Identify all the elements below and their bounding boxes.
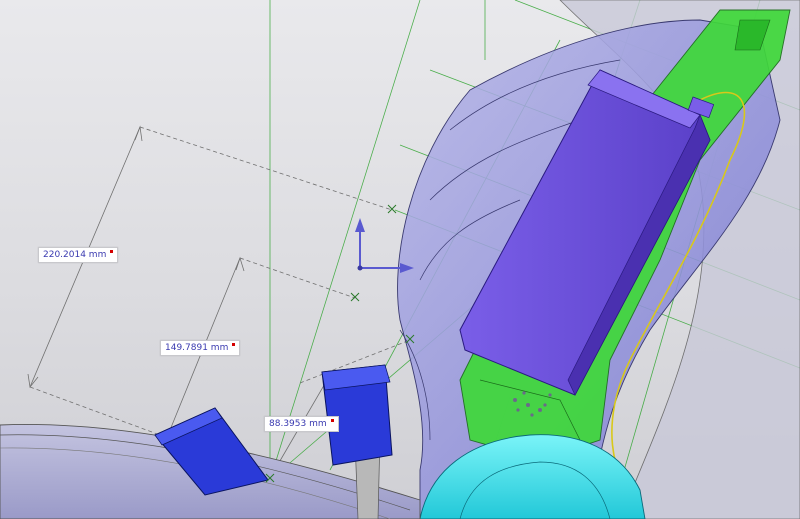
dimension-label-88[interactable]: 88.3953 mm bbox=[264, 416, 339, 432]
dimension-label-149[interactable]: 149.7891 mm bbox=[160, 340, 241, 356]
dimension-value: 149.7891 mm bbox=[165, 343, 229, 353]
cad-scene[interactable] bbox=[0, 0, 800, 519]
dimension-value: 220.2014 mm bbox=[43, 250, 107, 260]
dimension-label-220[interactable]: 220.2014 mm bbox=[38, 247, 119, 263]
3d-cad-viewport[interactable]: 220.2014 mm 149.7891 mm 88.3953 mm bbox=[0, 0, 800, 519]
dimension-marker-icon bbox=[232, 343, 236, 346]
dimension-value: 88.3953 mm bbox=[269, 419, 327, 429]
dimension-marker-icon bbox=[110, 250, 114, 253]
dimension-marker-icon bbox=[330, 419, 334, 422]
block-right bbox=[321, 364, 393, 466]
